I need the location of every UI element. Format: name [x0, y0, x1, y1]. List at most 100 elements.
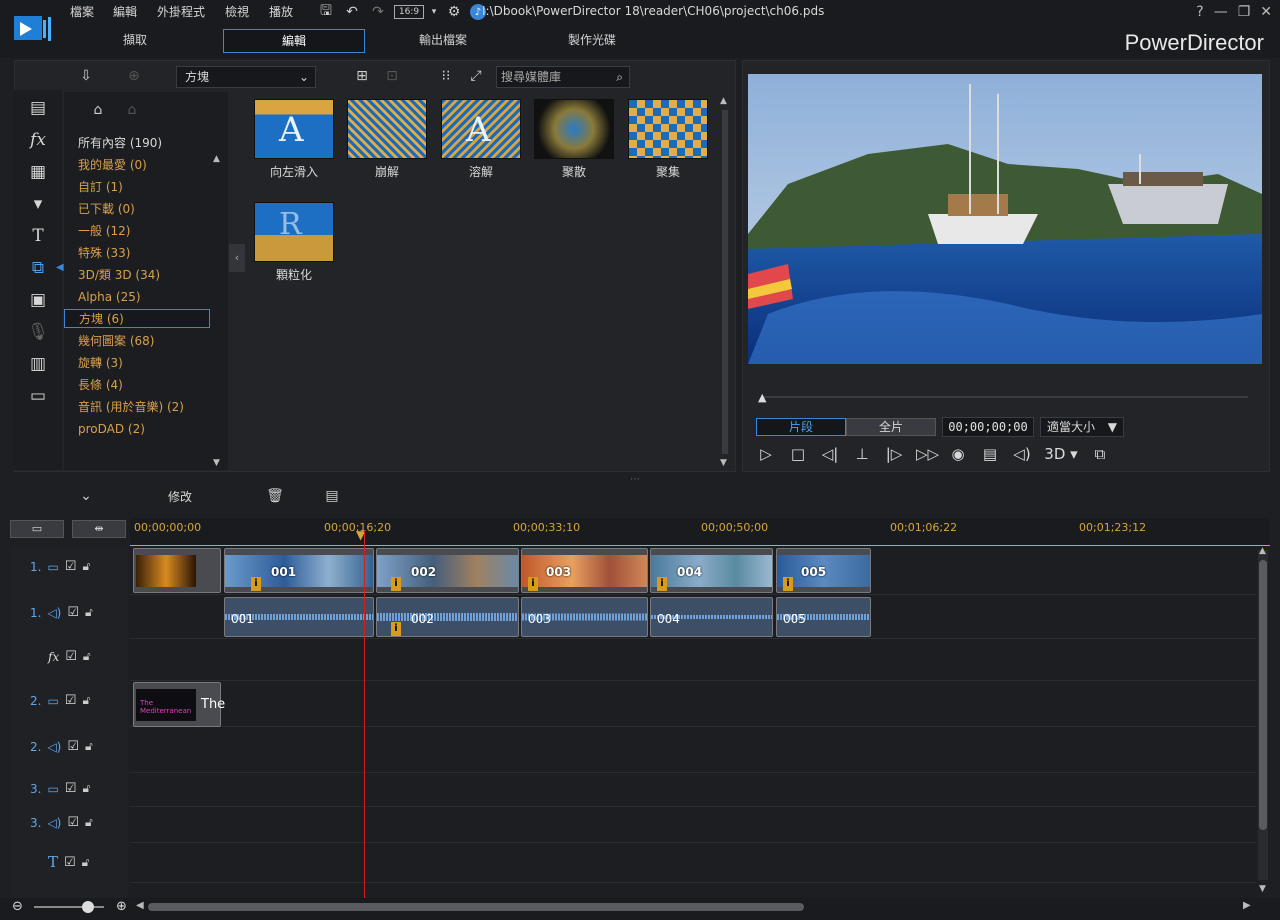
search-icon[interactable]: ⌕: [616, 67, 623, 87]
category-item[interactable]: Alpha (25): [64, 288, 210, 307]
category-item[interactable]: 一般 (12): [64, 222, 210, 241]
lock-icon[interactable]: 🔓︎: [85, 739, 93, 754]
track-enable-checkbox[interactable]: ☑: [65, 649, 77, 664]
timeline-vscroll-thumb[interactable]: [1259, 560, 1267, 830]
transition-thumb[interactable]: [347, 99, 427, 159]
scroll-down-icon[interactable]: ▼: [720, 458, 727, 468]
menu-view[interactable]: 檢視: [225, 3, 249, 21]
fast-forward-icon[interactable]: ▷▷: [916, 444, 939, 464]
scroll-down-icon[interactable]: ▼: [1259, 884, 1266, 894]
timeline-ruler[interactable]: 00;00;00;00 00;00;16;20 00;00;33;10 00;0…: [130, 518, 1270, 546]
3d-toggle[interactable]: 3D ▾: [1044, 444, 1078, 464]
transition-room-icon[interactable]: ⧉: [26, 256, 50, 280]
lock-icon[interactable]: 🔓︎: [85, 815, 93, 830]
chevron-down-icon[interactable]: ▾: [430, 2, 438, 22]
scroll-up-icon[interactable]: ▲: [720, 96, 727, 106]
help-icon[interactable]: ?: [1196, 4, 1203, 20]
transition-thumb[interactable]: [534, 99, 614, 159]
lock-icon[interactable]: 🔓︎: [82, 855, 90, 870]
category-item[interactable]: proDAD (2): [64, 420, 210, 439]
split-icon[interactable]: ⊥: [852, 444, 872, 464]
add-to-timeline-icon[interactable]: ⊞: [352, 66, 372, 86]
playhead[interactable]: [364, 530, 365, 898]
restore-icon[interactable]: ❐: [1238, 4, 1251, 20]
lock-icon[interactable]: 🔓︎: [82, 781, 90, 796]
title-room-icon[interactable]: T: [26, 224, 50, 248]
particle-room-icon[interactable]: ▾: [26, 192, 50, 216]
audio-clip[interactable]: 002 i: [376, 597, 519, 637]
audio-mixing-icon[interactable]: ▣: [26, 288, 50, 312]
scroll-up-icon[interactable]: ▲: [1259, 546, 1266, 556]
track-enable-checkbox[interactable]: ☑: [67, 605, 79, 620]
stop-icon[interactable]: □: [788, 444, 808, 464]
audio-clip[interactable]: 003: [521, 597, 648, 637]
timecode-display[interactable]: 00;00;00;00: [942, 417, 1034, 437]
menu-edit[interactable]: 編輯: [113, 3, 137, 21]
lock-icon[interactable]: 🔓︎: [82, 559, 90, 574]
expand-icon[interactable]: ⤢: [466, 66, 486, 86]
tools-dropdown-icon[interactable]: ⌄: [76, 486, 96, 506]
panel-divider-handle[interactable]: ⋯: [630, 474, 640, 485]
library-scrollbar[interactable]: ▲ ▼: [718, 96, 732, 470]
category-item[interactable]: 已下載 (0): [64, 200, 210, 219]
settings-icon[interactable]: ⚙: [444, 2, 464, 22]
aspect-ratio-button[interactable]: 16:9: [394, 5, 424, 19]
intro-clip[interactable]: [133, 548, 221, 593]
fit-timeline-button[interactable]: ⇹: [72, 520, 126, 538]
timeline-tracks[interactable]: 001 i 002 i 003 i 004 i 005 i 001 002 i …: [130, 547, 1256, 899]
scroll-track[interactable]: [722, 110, 728, 454]
seek-bar[interactable]: [762, 396, 1248, 398]
seek-handle[interactable]: ▲: [758, 391, 770, 404]
redo-icon[interactable]: ↷: [368, 2, 388, 22]
lock-icon[interactable]: 🔓︎: [82, 693, 90, 708]
collapse-panel-button[interactable]: ‹: [229, 244, 245, 272]
audio-clip[interactable]: 004: [650, 597, 773, 637]
fx-room-icon[interactable]: fx: [26, 128, 50, 152]
audio-clip[interactable]: 005: [776, 597, 871, 637]
title-clip[interactable]: The Mediterranean The: [133, 682, 225, 727]
save-icon[interactable]: 🖫: [316, 2, 336, 22]
grid-view-icon[interactable]: ⁝⁝: [436, 66, 456, 86]
category-item[interactable]: 旋轉 (3): [64, 354, 210, 373]
video-clip[interactable]: 002 i: [376, 548, 519, 593]
snapshot-icon[interactable]: ◉: [948, 444, 968, 464]
storyboard-view-button[interactable]: ▭: [10, 520, 64, 538]
category-item[interactable]: 我的最愛 (0): [64, 156, 210, 175]
category-item[interactable]: 自訂 (1): [64, 178, 210, 197]
category-item[interactable]: 音訊 (用於音樂) (2): [64, 398, 210, 417]
transition-thumb[interactable]: A: [441, 99, 521, 159]
undock-preview-icon[interactable]: ⧉: [1090, 444, 1110, 464]
library-search-input[interactable]: 搜尋媒體庫 ⌕: [496, 66, 630, 88]
tab-create-disc[interactable]: 製作光碟: [521, 29, 663, 53]
clip-mode-button[interactable]: 片段: [756, 418, 846, 436]
pip-room-icon[interactable]: ▦: [26, 160, 50, 184]
menu-file[interactable]: 檔案: [70, 3, 94, 21]
voiceover-icon[interactable]: 🎙: [26, 320, 50, 344]
menu-plugins[interactable]: 外掛程式: [157, 3, 205, 21]
zoom-select[interactable]: 適當大小 ▼: [1040, 417, 1124, 437]
subtitle-icon[interactable]: ▤: [980, 444, 1000, 464]
tab-produce[interactable]: 輸出檔案: [372, 29, 514, 53]
category-item[interactable]: 特殊 (33): [64, 244, 210, 263]
movie-mode-button[interactable]: 全片: [846, 418, 936, 436]
scroll-down-icon[interactable]: ▼: [213, 458, 220, 468]
category-item-selected[interactable]: 方塊 (6): [64, 309, 210, 328]
lock-icon[interactable]: 🔓︎: [85, 605, 93, 620]
zoom-in-icon[interactable]: ⊕: [116, 899, 127, 914]
tab-capture[interactable]: 擷取: [64, 29, 206, 53]
video-clip[interactable]: 001 i: [224, 548, 374, 593]
category-item[interactable]: 幾何圖案 (68): [64, 332, 210, 351]
scroll-left-icon[interactable]: ◀: [136, 900, 144, 911]
clip-properties-icon[interactable]: ▤: [322, 486, 342, 506]
tab-edit[interactable]: 編輯: [223, 29, 365, 53]
lock-icon[interactable]: 🔓︎: [83, 649, 91, 664]
category-item[interactable]: 所有內容 (190): [64, 134, 210, 153]
video-clip[interactable]: 004 i: [650, 548, 773, 593]
undo-icon[interactable]: ↶: [342, 2, 362, 22]
transition-thumb[interactable]: R: [254, 202, 334, 262]
modify-button[interactable]: 修改: [168, 488, 192, 505]
timeline-hscroll-thumb[interactable]: [148, 903, 804, 911]
zoom-slider-handle[interactable]: [82, 901, 94, 913]
media-room-icon[interactable]: ▤: [26, 96, 50, 120]
transition-thumb[interactable]: [628, 99, 708, 159]
